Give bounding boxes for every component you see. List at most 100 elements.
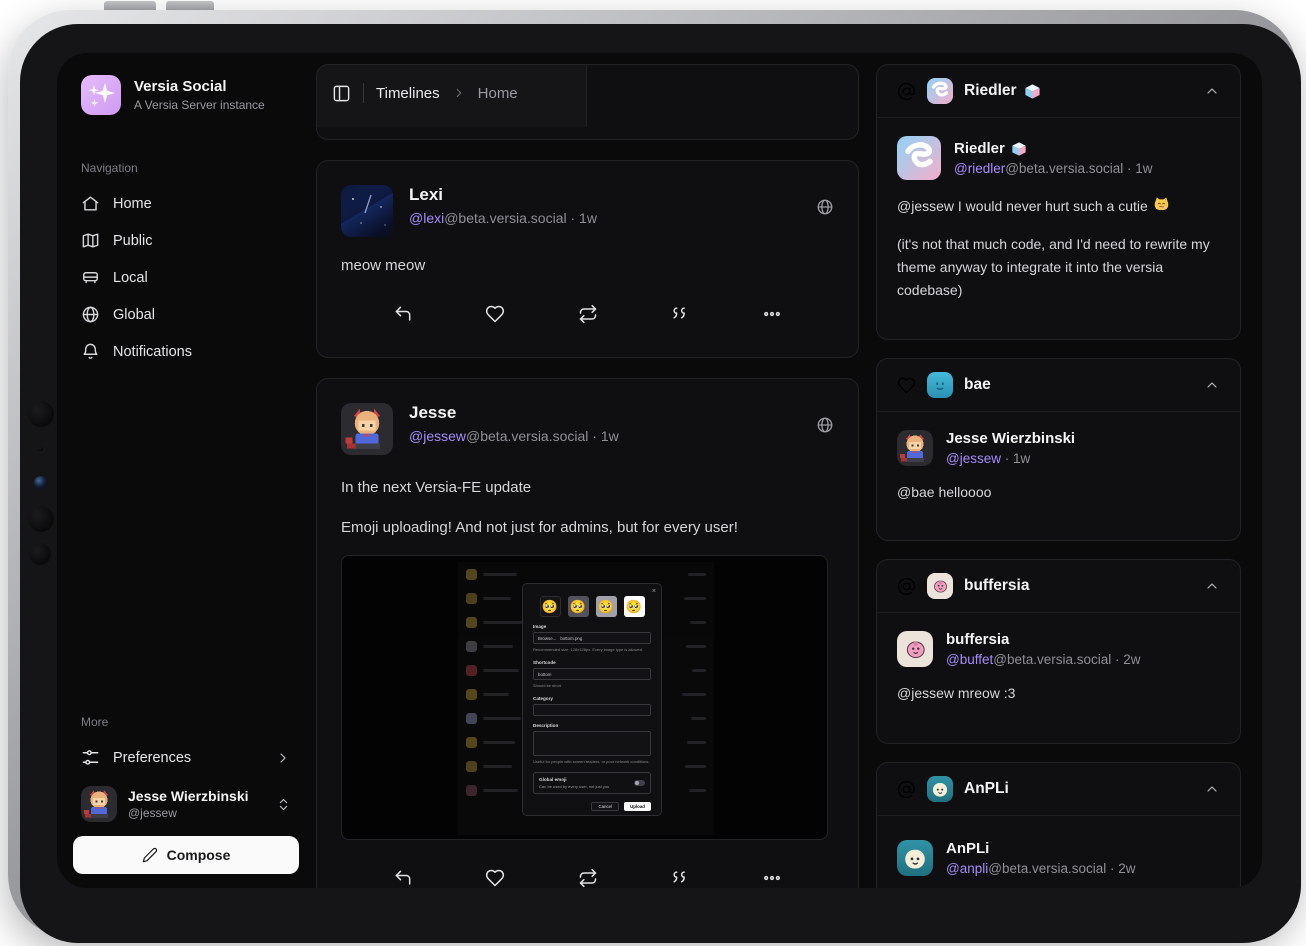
emoji-preview-swatches: 🥺 🥺 🥺 🥺	[533, 596, 651, 617]
more-button[interactable]	[758, 300, 786, 328]
notification-author[interactable]: buffersia	[946, 631, 1141, 648]
avatar[interactable]	[341, 403, 393, 455]
reply-button[interactable]	[389, 300, 417, 328]
image-help-text: Recommended size: 128x128px. Every image…	[533, 647, 651, 653]
quote-icon	[670, 304, 690, 324]
emoji-preview: 🥺	[540, 596, 561, 617]
like-button[interactable]	[481, 864, 509, 888]
avatar[interactable]	[897, 136, 941, 180]
sidebar-item-label: Notifications	[113, 344, 192, 360]
post-card[interactable]: Jesse @jessew@beta.versia.social · 1w In…	[316, 378, 859, 888]
avatar[interactable]	[897, 430, 933, 466]
compose-button[interactable]: Compose	[73, 836, 299, 874]
shortcode-value: bottom	[538, 672, 551, 677]
emoji-upload-dialog: × 🥺 🥺 🥺 🥺 Image Browse... bottom.png Rec…	[522, 583, 662, 816]
notification-text: (it's not that much code, and I'd need t…	[897, 233, 1220, 302]
app-brand[interactable]: Versia Social A Versia Server instance	[81, 75, 299, 115]
sidebar-item-local[interactable]: Local	[73, 259, 299, 296]
notification-header[interactable]: bae	[877, 359, 1240, 412]
post-card-partial: Timelines Home	[316, 64, 859, 140]
description-help-text: Useful for people with screen readers, o…	[533, 759, 651, 765]
chevron-up-icon[interactable]	[1204, 781, 1220, 797]
avatar	[927, 372, 953, 398]
sidebar-item-global[interactable]: Global	[73, 296, 299, 333]
quote-icon	[670, 868, 690, 888]
repeat-icon	[578, 304, 598, 324]
sidebar-item-notifications[interactable]: Notifications	[73, 333, 299, 370]
nav-section-label: Navigation	[81, 161, 299, 175]
ellipsis-icon	[762, 868, 782, 888]
sidebar: Versia Social A Versia Server instance N…	[57, 53, 315, 888]
timeline-column: Timelines Home Lexi @lexi	[316, 53, 859, 888]
notification-header[interactable]: buffersia	[877, 560, 1240, 613]
boost-button[interactable]	[574, 300, 602, 328]
heart-icon	[485, 868, 505, 888]
notification-handle[interactable]: @anpli	[946, 861, 988, 876]
category-field-label: Category	[533, 696, 651, 701]
quote-button[interactable]	[666, 300, 694, 328]
reply-icon	[393, 868, 413, 888]
compose-label: Compose	[167, 847, 231, 863]
notification-handle[interactable]: @buffet	[946, 652, 993, 667]
notification-meta: @beta.versia.social · 2w	[993, 652, 1140, 667]
post-image[interactable]: × 🥺 🥺 🥺 🥺 Image Browse... bottom.png Rec…	[341, 555, 828, 840]
post-handle[interactable]: @lexi	[409, 210, 444, 226]
reply-button[interactable]	[389, 864, 417, 888]
sidebar-item-home[interactable]: Home	[73, 185, 299, 222]
notification-header[interactable]: Riedler	[877, 65, 1240, 118]
chevron-up-icon[interactable]	[1204, 83, 1220, 99]
account-switcher[interactable]: Jesse Wierzbinski @jessew	[73, 776, 299, 836]
image-field-label: Image	[533, 624, 651, 629]
notification-card[interactable]: Riedler Riedler @riedler@beta.versia.	[876, 64, 1241, 340]
notification-handle[interactable]: @jessew	[946, 451, 1001, 466]
app-name: Versia Social	[134, 78, 265, 95]
heart-icon	[897, 376, 916, 395]
camera-sensor	[29, 543, 51, 565]
sidebar-item-preferences[interactable]: Preferences	[73, 739, 299, 776]
notification-text: @jessew I would never hurt such a cutie	[897, 195, 1220, 218]
boost-button[interactable]	[574, 864, 602, 888]
chevron-up-icon[interactable]	[1204, 377, 1220, 393]
more-button[interactable]	[758, 864, 786, 888]
post-meta: @beta.versia.social · 1w	[444, 210, 597, 226]
quote-button[interactable]	[666, 864, 694, 888]
avatar[interactable]	[897, 631, 933, 667]
chevron-up-icon[interactable]	[1204, 578, 1220, 594]
home-icon	[81, 194, 100, 213]
notification-card[interactable]: AnPLi AnPLi @anpli@beta.versia.social · …	[876, 762, 1241, 888]
sliders-icon	[81, 748, 100, 767]
notification-header[interactable]: AnPLi	[877, 763, 1240, 816]
notification-card[interactable]: buffersia buffersia @buffet@beta.versia.…	[876, 559, 1241, 744]
at-sign-icon	[897, 82, 916, 101]
notification-handle[interactable]: @riedler	[954, 161, 1005, 176]
sidebar-item-label: Local	[113, 270, 148, 286]
post-card[interactable]: Lexi @lexi@beta.versia.social · 1w meow …	[316, 160, 859, 358]
toggle-switch	[634, 780, 645, 786]
notification-meta: @beta.versia.social · 2w	[988, 861, 1135, 876]
bell-icon	[81, 342, 100, 361]
description-field-label: Description	[533, 723, 651, 728]
notification-author[interactable]: Jesse Wierzbinski	[946, 430, 1075, 447]
notification-title: Riedler	[964, 82, 1017, 100]
like-button[interactable]	[481, 300, 509, 328]
browse-button: Browse...	[538, 636, 556, 641]
shortcode-help-text: Should be short.	[533, 683, 651, 689]
emoji-preview: 🥺	[624, 596, 645, 617]
notification-author[interactable]: AnPLi	[946, 840, 1136, 857]
breadcrumb-parent[interactable]: Timelines	[376, 85, 440, 102]
notification-card[interactable]: bae Je	[876, 358, 1241, 541]
emoji-preview: 🥺	[568, 596, 589, 617]
avatar[interactable]	[341, 185, 393, 237]
avatar[interactable]	[897, 840, 933, 876]
sidebar-item-label: Public	[113, 233, 153, 249]
chevron-right-icon	[275, 750, 291, 766]
breadcrumb-current[interactable]: Home	[478, 85, 518, 102]
notification-author[interactable]: Riedler	[954, 140, 1005, 157]
post-author[interactable]: Lexi	[409, 185, 597, 205]
sidebar-item-public[interactable]: Public	[73, 222, 299, 259]
panel-left-icon[interactable]	[332, 84, 351, 103]
post-author[interactable]: Jesse	[409, 403, 619, 423]
post-handle[interactable]: @jessew	[409, 428, 466, 444]
post-meta: @beta.versia.social · 1w	[466, 428, 619, 444]
heart-icon	[485, 304, 505, 324]
